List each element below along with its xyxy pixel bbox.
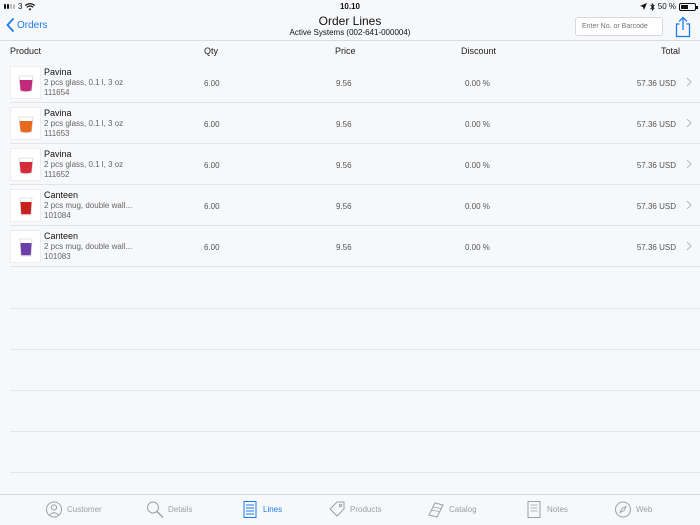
product-thumbnail (10, 148, 41, 181)
line-qty: 6.00 (204, 243, 220, 252)
chevron-right-icon (686, 118, 692, 128)
line-total: 57.36 USD (636, 202, 676, 211)
row-divider (10, 472, 700, 473)
line-total: 57.36 USD (636, 79, 676, 88)
line-price: 9.56 (336, 161, 352, 170)
product-name: Canteen (44, 190, 79, 200)
product-name: Pavina (44, 149, 72, 159)
notes-icon (527, 501, 541, 518)
chevron-right-icon (686, 200, 692, 210)
tab-bar: Customer Details Lines Products Catalog … (0, 494, 700, 525)
search-input[interactable] (575, 17, 663, 36)
header-product: Product (10, 46, 42, 56)
line-qty: 6.00 (204, 120, 220, 129)
product-name: Pavina (44, 108, 72, 118)
line-price: 9.56 (336, 120, 352, 129)
tab-label: Notes (547, 505, 568, 514)
tab-catalog[interactable]: Catalog (427, 500, 477, 519)
clock: 10.10 (339, 2, 361, 11)
row-divider (10, 349, 700, 350)
product-number: 101083 (44, 252, 71, 261)
table-row[interactable]: Pavina 2 pcs glass, 0.1 l, 3 oz 111654 6… (10, 62, 700, 103)
line-price: 9.56 (336, 243, 352, 252)
chevron-right-icon (686, 77, 692, 87)
product-description: 2 pcs glass, 0.1 l, 3 oz (44, 160, 124, 169)
line-discount: 0.00 % (465, 202, 490, 211)
product-name: Canteen (44, 231, 79, 241)
table-row[interactable]: Pavina 2 pcs glass, 0.1 l, 3 oz 111653 6… (10, 103, 700, 144)
table-row[interactable]: Pavina 2 pcs glass, 0.1 l, 3 oz 111652 6… (10, 144, 700, 185)
tab-customer[interactable]: Customer (45, 500, 102, 519)
row-divider (10, 431, 700, 432)
product-number: 111654 (44, 88, 70, 97)
product-description: 2 pcs mug, double wall... (44, 242, 133, 251)
line-discount: 0.00 % (465, 79, 490, 88)
chevron-right-icon (686, 159, 692, 169)
tab-notes[interactable]: Notes (525, 500, 568, 519)
mug-icon (19, 197, 32, 215)
tab-label: Customer (67, 505, 102, 514)
lines-icon (243, 501, 257, 518)
location-icon (639, 3, 647, 10)
battery-icon (679, 2, 698, 11)
line-price: 9.56 (336, 202, 352, 211)
product-name: Pavina (44, 67, 72, 77)
bluetooth-icon (649, 2, 655, 11)
header-discount: Discount (461, 46, 497, 56)
catalog-icon (428, 502, 444, 518)
line-total: 57.36 USD (636, 161, 676, 170)
navigation-bar: Orders Order Lines Active Systems (002-6… (0, 13, 700, 41)
status-right: 50 % (639, 2, 698, 11)
product-thumbnail (10, 230, 41, 263)
status-bar: 3 10.10 50 % (0, 0, 700, 13)
tab-label: Lines (263, 505, 283, 514)
product-number: 111652 (44, 170, 70, 179)
row-divider (10, 308, 700, 309)
product-description: 2 pcs mug, double wall... (44, 201, 133, 210)
tab-label: Web (636, 505, 653, 514)
table-row[interactable]: Canteen 2 pcs mug, double wall... 101084… (10, 185, 700, 226)
tab-details[interactable]: Details (146, 500, 192, 519)
share-icon[interactable] (673, 16, 693, 38)
line-total: 57.36 USD (636, 120, 676, 129)
tag-icon (329, 501, 345, 517)
line-discount: 0.00 % (465, 120, 490, 129)
compass-icon (615, 501, 631, 518)
product-number: 111653 (44, 129, 70, 138)
header-total: Total (660, 46, 680, 56)
tab-label: Details (168, 505, 193, 514)
table-row[interactable]: Canteen 2 pcs mug, double wall... 101083… (10, 226, 700, 267)
tab-products[interactable]: Products (328, 500, 382, 519)
magnifier-icon (147, 501, 164, 518)
glass-icon (18, 157, 33, 174)
row-divider (10, 390, 700, 391)
product-thumbnail (10, 66, 41, 99)
nav-divider (0, 40, 700, 41)
product-thumbnail (10, 107, 41, 140)
customer-icon (46, 501, 62, 518)
tab-lines[interactable]: Lines (241, 500, 282, 519)
header-price: Price (335, 46, 356, 56)
product-description: 2 pcs glass, 0.1 l, 3 oz (44, 119, 124, 128)
line-total: 57.36 USD (636, 243, 676, 252)
chevron-right-icon (686, 241, 692, 251)
line-qty: 6.00 (204, 202, 220, 211)
product-number: 101084 (44, 211, 71, 220)
header-qty: Qty (204, 46, 219, 56)
line-qty: 6.00 (204, 79, 220, 88)
tab-label: Products (350, 505, 382, 514)
tab-label: Catalog (449, 505, 477, 514)
glass-icon (18, 116, 33, 133)
product-thumbnail (10, 189, 41, 222)
product-description: 2 pcs glass, 0.1 l, 3 oz (44, 78, 124, 87)
line-discount: 0.00 % (465, 161, 490, 170)
table-header: Product Qty Price Discount Total (0, 43, 700, 61)
line-discount: 0.00 % (465, 243, 490, 252)
tab-web[interactable]: Web (614, 500, 652, 519)
mug-icon (19, 238, 32, 256)
line-qty: 6.00 (204, 161, 220, 170)
line-price: 9.56 (336, 79, 352, 88)
battery-percent: 50 % (657, 2, 676, 11)
glass-icon (18, 75, 33, 92)
